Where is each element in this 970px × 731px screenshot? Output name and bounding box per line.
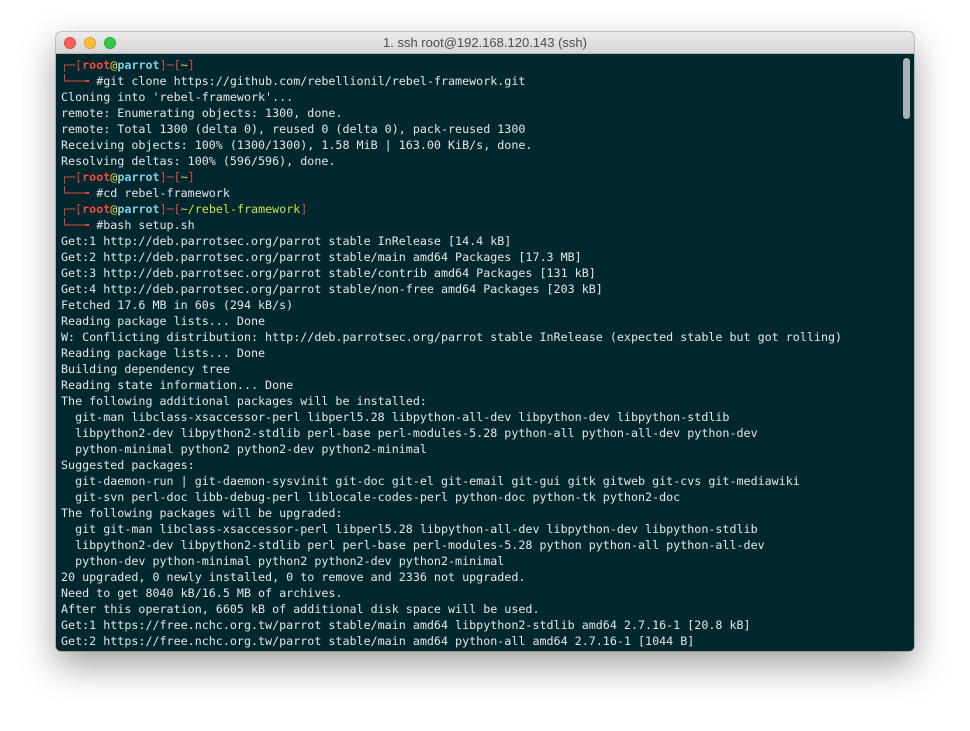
output-line: Reading package lists... Done — [61, 346, 266, 360]
output-line: git-svn perl-doc libb-debug-perl libloca… — [61, 490, 681, 504]
title-bar[interactable]: 1. ssh root@192.168.120.143 (ssh) — [56, 32, 914, 54]
prompt-path: ~/rebel-framework — [180, 202, 301, 216]
prompt-frame: ┌─[ — [61, 202, 83, 216]
output-line: Get:4 http://deb.parrotsec.org/parrot st… — [61, 282, 603, 296]
output-line: Need to get 8040 kB/16.5 MB of archives. — [61, 586, 343, 600]
output-line: Get:1 https://free.nchc.org.tw/parrot st… — [61, 618, 751, 632]
output-line: The following packages will be upgraded: — [61, 506, 343, 520]
command-text: #cd rebel-framework — [96, 186, 230, 200]
output-line: Reading state information... Done — [61, 378, 294, 392]
output-line: Resolving deltas: 100% (596/596), done. — [61, 154, 336, 168]
window-title: 1. ssh root@192.168.120.143 (ssh) — [383, 35, 587, 50]
prompt-user: root — [82, 170, 111, 184]
prompt-frame: ] — [300, 202, 308, 216]
output-line: Suggested packages: — [61, 458, 195, 472]
output-line: libpython2-dev libpython2-stdlib perl pe… — [61, 538, 765, 552]
prompt-line: ┌─[root@parrot]─[~/rebel-framework] — [61, 201, 899, 217]
prompt-user: root — [82, 58, 111, 72]
output-line: remote: Total 1300 (delta 0), reused 0 (… — [61, 122, 526, 136]
prompt-frame: ┌─[ — [61, 58, 83, 72]
output-line: Get:2 https://free.nchc.org.tw/parrot st… — [61, 634, 695, 648]
prompt-host: parrot — [117, 170, 160, 184]
output-line: git-daemon-run | git-daemon-sysvinit git… — [61, 474, 800, 488]
prompt-host: parrot — [117, 58, 160, 72]
prompt-host: parrot — [117, 202, 160, 216]
prompt-frame: └──╼ — [61, 74, 97, 88]
output-line: Get:2 http://deb.parrotsec.org/parrot st… — [61, 250, 582, 264]
output-line: Fetched 17.6 MB in 60s (294 kB/s) — [61, 298, 294, 312]
prompt-frame: └──╼ — [61, 218, 97, 232]
command-line: └──╼ #cd rebel-framework — [61, 185, 899, 201]
command-text: #git clone https://github.com/rebellioni… — [96, 74, 526, 88]
prompt-frame: ┌─[ — [61, 170, 83, 184]
prompt-line: ┌─[root@parrot]─[~] — [61, 169, 899, 185]
vertical-scrollbar[interactable] — [900, 54, 914, 651]
output-line: Cloning into 'rebel-framework'... — [61, 90, 294, 104]
output-line: python-dev python-minimal python2 python… — [61, 554, 505, 568]
prompt-path: ~ — [180, 170, 188, 184]
prompt-frame: ]─[ — [159, 170, 181, 184]
prompt-line: ┌─[root@parrot]─[~] — [61, 57, 899, 73]
prompt-user: root — [82, 202, 111, 216]
command-line: └──╼ #git clone https://github.com/rebel… — [61, 73, 899, 89]
command-line: └──╼ #bash setup.sh — [61, 217, 899, 233]
output-line: Reading package lists... Done — [61, 314, 266, 328]
command-text: #bash setup.sh — [96, 218, 195, 232]
output-line: W: Conflicting distribution: http://deb.… — [61, 330, 843, 344]
output-line: Building dependency tree — [61, 362, 230, 376]
prompt-frame: ] — [187, 58, 195, 72]
terminal-lines: ┌─[root@parrot]─[~] └──╼ #git clone https… — [61, 57, 899, 649]
output-line: python-minimal python2 python2-dev pytho… — [61, 442, 427, 456]
output-line: Get:1 http://deb.parrotsec.org/parrot st… — [61, 234, 512, 248]
terminal-window: 1. ssh root@192.168.120.143 (ssh) ┌─[roo… — [56, 32, 914, 651]
output-line: git-man libclass-xsaccessor-perl libperl… — [61, 410, 730, 424]
prompt-frame: ] — [187, 170, 195, 184]
output-line: After this operation, 6605 kB of additio… — [61, 602, 540, 616]
output-line: git git-man libclass-xsaccessor-perl lib… — [61, 522, 758, 536]
prompt-frame: ]─[ — [159, 58, 181, 72]
output-line: 20 upgraded, 0 newly installed, 0 to rem… — [61, 570, 526, 584]
terminal-output[interactable]: ┌─[root@parrot]─[~] └──╼ #git clone https… — [56, 54, 914, 651]
output-line: libpython2-dev libpython2-stdlib perl-ba… — [61, 426, 758, 440]
output-line: The following additional packages will b… — [61, 394, 427, 408]
prompt-frame: └──╼ — [61, 186, 97, 200]
prompt-path: ~ — [180, 58, 188, 72]
output-line: Receiving objects: 100% (1300/1300), 1.5… — [61, 138, 533, 152]
prompt-frame: ]─[ — [159, 202, 181, 216]
scrollbar-thumb[interactable] — [903, 58, 910, 119]
output-line: Get:3 http://deb.parrotsec.org/parrot st… — [61, 266, 596, 280]
output-line: remote: Enumerating objects: 1300, done. — [61, 106, 343, 120]
